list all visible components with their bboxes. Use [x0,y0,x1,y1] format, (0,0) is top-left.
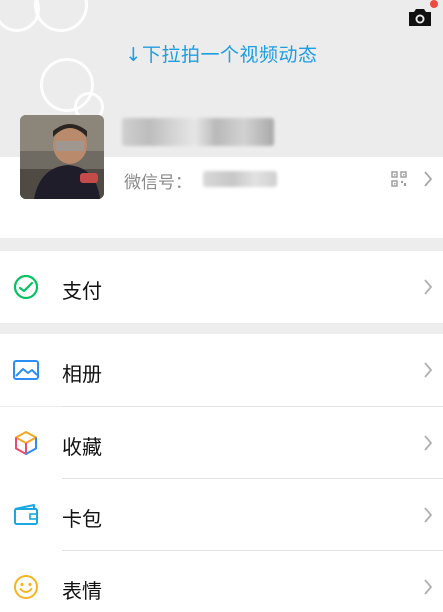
menu-item-label: 卡包 [62,507,102,531]
camera-icon[interactable] [407,6,433,28]
qr-code-icon[interactable] [391,171,407,187]
avatar-photo [20,115,104,199]
chevron-right-icon [424,579,433,595]
chevron-right-icon [424,435,433,451]
notification-dot [430,0,438,8]
chevron-right-icon[interactable] [423,171,433,187]
chevron-right-icon [424,362,433,378]
menu-item-label: 相册 [62,362,102,386]
menu-item-label: 收藏 [62,435,102,459]
card-wallet-icon [14,504,38,525]
menu-item-pay[interactable]: 支付 [0,251,443,323]
menu-item-label: 表情 [62,579,102,603]
menu-item-stickers[interactable]: 表情 [0,551,443,612]
wechat-id-label: 微信号： [124,173,192,193]
menu-item-label: 支付 [62,279,102,303]
wechat-id-value [203,171,277,187]
menu-item-favorites[interactable]: 收藏 [0,407,443,479]
sticker-icon [14,575,38,599]
decor-bubble [34,0,88,32]
album-icon [13,360,39,380]
pull-to-record-hint[interactable]: ↓下拉拍一个视频动态 [0,40,443,67]
user-nickname [122,118,274,146]
chevron-right-icon [424,279,433,295]
favorites-icon [15,431,37,455]
avatar[interactable] [20,115,104,199]
menu-item-card-wallet[interactable]: 卡包 [0,479,443,551]
menu-item-album[interactable]: 相册 [0,334,443,406]
pay-icon [13,274,39,300]
chevron-right-icon [424,507,433,523]
